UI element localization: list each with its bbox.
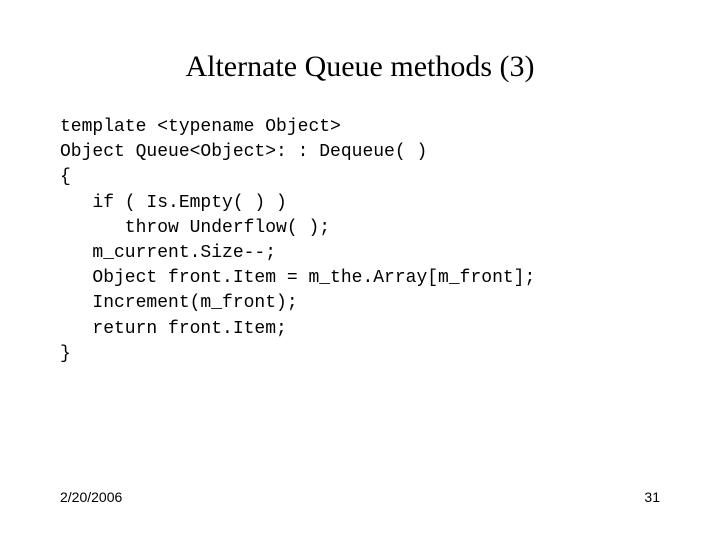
code-line: return front.Item; — [60, 319, 287, 339]
code-line: { — [60, 167, 71, 187]
code-line: Increment(m_front); — [60, 293, 298, 313]
footer-page-number: 31 — [644, 489, 660, 505]
code-line: Object front.Item = m_the.Array[m_front]… — [60, 268, 535, 288]
slide: Alternate Queue methods (3) template <ty… — [0, 0, 720, 540]
code-line: } — [60, 344, 71, 364]
code-line: if ( Is.Empty( ) ) — [60, 193, 287, 213]
code-line: throw Underflow( ); — [60, 218, 330, 238]
code-block: template <typename Object> Object Queue<… — [60, 115, 535, 367]
code-line: template <typename Object> — [60, 117, 341, 137]
code-line: m_current.Size--; — [60, 243, 276, 263]
footer-date: 2/20/2006 — [60, 489, 122, 505]
slide-title: Alternate Queue methods (3) — [0, 50, 720, 84]
code-line: Object Queue<Object>: : Dequeue( ) — [60, 142, 427, 162]
